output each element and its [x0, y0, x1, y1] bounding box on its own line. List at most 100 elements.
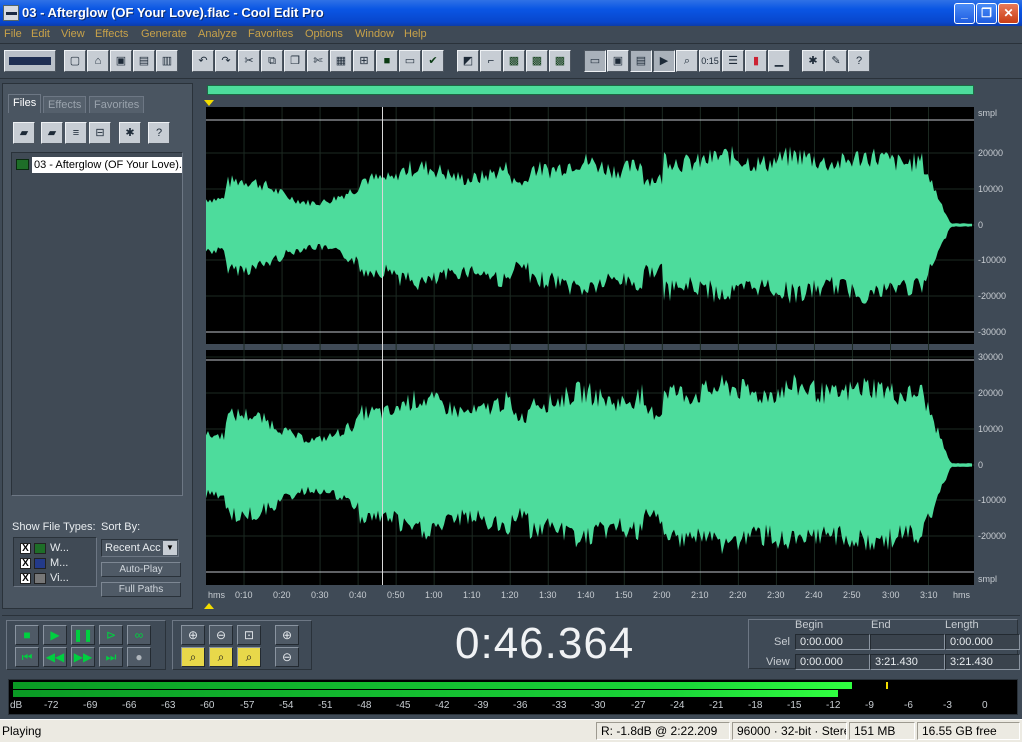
menu-window[interactable]: Window	[355, 28, 394, 40]
close-button[interactable]: ✕	[998, 3, 1019, 24]
grid-two-icon[interactable]: ▩	[526, 50, 548, 72]
menu-generate[interactable]: Generate	[141, 28, 187, 40]
view-end-field[interactable]: 3:21.430	[870, 654, 945, 670]
waveform-display[interactable]	[206, 107, 974, 585]
fast-forward-button[interactable]: ▶▶	[71, 647, 95, 667]
overview-bar[interactable]	[207, 85, 974, 95]
go-to-start-button[interactable]: ⏮	[15, 647, 39, 667]
open-file-icon[interactable]: ⌂	[87, 50, 109, 72]
frequency-icon[interactable]: ⌐	[480, 50, 502, 72]
zoom-in-icon[interactable]: ⊕	[181, 625, 205, 645]
playback-cursor[interactable]	[382, 107, 383, 585]
y-tick: 30000	[978, 352, 1004, 362]
loop-button[interactable]: ∞	[127, 625, 151, 645]
options-icon[interactable]: ✱	[119, 122, 141, 144]
undo-icon[interactable]: ↶	[192, 50, 214, 72]
record-mode-icon[interactable]: ■	[376, 50, 398, 72]
zoom-out-icon[interactable]: ⊖	[209, 625, 233, 645]
envelope-icon[interactable]: ✔	[422, 50, 444, 72]
zoom-icon[interactable]: ⌕	[676, 50, 698, 72]
effects-icon[interactable]: ✱	[802, 50, 824, 72]
close-file-icon[interactable]: ▰	[41, 122, 63, 144]
mix-paste-icon[interactable]: ⊞	[353, 50, 375, 72]
grid-three-icon[interactable]: ▩	[549, 50, 571, 72]
full-paths-button[interactable]: Full Paths	[101, 582, 181, 597]
list-item[interactable]: 03 - Afterglow (OF Your Love).flac	[16, 157, 182, 173]
record-button[interactable]: ●	[127, 647, 151, 667]
cut-tool-icon[interactable]: ✂	[238, 50, 260, 72]
auto-play-button[interactable]: Auto-Play	[101, 562, 181, 577]
sel-end-field[interactable]	[870, 634, 945, 650]
waveform-display-icon[interactable]: ▭	[584, 50, 606, 72]
filetype-midi-checkbox[interactable]: X	[20, 558, 31, 569]
meter-tick-label: -45	[396, 700, 411, 711]
spectral-display-icon[interactable]: ▣	[607, 50, 629, 72]
edit-file-icon[interactable]: ⊟	[89, 122, 111, 144]
go-to-end-button[interactable]: ⏭	[99, 647, 123, 667]
panel-help-icon[interactable]: ?	[148, 122, 170, 144]
chevron-down-icon[interactable]: ▼	[163, 541, 177, 555]
cue-list-icon[interactable]: ☰	[722, 50, 744, 72]
save-icon[interactable]: ▣	[110, 50, 132, 72]
menu-file[interactable]: File	[4, 28, 22, 40]
tab-files[interactable]: Files	[8, 94, 42, 113]
menu-effects[interactable]: Effects	[95, 28, 128, 40]
y-tick: -30000	[978, 327, 1007, 337]
menu-analyze[interactable]: Analyze	[198, 28, 237, 40]
copy-icon[interactable]: ❐	[284, 50, 306, 72]
filetype-wave-checkbox[interactable]: X	[20, 543, 31, 554]
zoom-left-icon[interactable]: ⌕	[209, 647, 233, 667]
play-looped-icon[interactable]: ▶	[653, 50, 675, 72]
cut-icon[interactable]: ✄	[307, 50, 329, 72]
time-window-icon[interactable]: ▤	[630, 50, 652, 72]
menu-favorites[interactable]: Favorites	[248, 28, 293, 40]
x-tick-label: 1:30	[539, 590, 557, 600]
waveform-view-toggle-icon[interactable]	[4, 50, 56, 72]
menu-help[interactable]: Help	[404, 28, 427, 40]
menu-edit[interactable]: Edit	[31, 28, 50, 40]
paste-icon[interactable]: ▦	[330, 50, 352, 72]
start-marker-icon[interactable]	[204, 100, 214, 106]
pause-button[interactable]: ❚❚	[71, 625, 95, 645]
zoom-in-vertical-icon[interactable]: ⊕	[275, 625, 299, 645]
copy-new-icon[interactable]: ⧉	[261, 50, 283, 72]
time-format-icon[interactable]: 0:15	[699, 50, 721, 72]
spectral-view-icon[interactable]: ◩	[457, 50, 479, 72]
sort-by-select[interactable]: Recent Acc ▼	[101, 539, 179, 557]
zoom-full-icon[interactable]: ⊡	[237, 625, 261, 645]
zoom-selection-icon[interactable]: ⌕	[181, 647, 205, 667]
insert-multitrack-icon[interactable]: ≡	[65, 122, 87, 144]
trim-icon[interactable]: ▭	[399, 50, 421, 72]
minimize-button[interactable]: _	[954, 3, 975, 24]
help-icon[interactable]: ?	[848, 50, 870, 72]
zoom-right-icon[interactable]: ⌕	[237, 647, 261, 667]
save-all-icon[interactable]: ▥	[156, 50, 178, 72]
end-marker-icon[interactable]	[204, 603, 214, 609]
new-file-icon[interactable]: ▢	[64, 50, 86, 72]
tab-favorites[interactable]: Favorites	[89, 96, 145, 113]
sel-length-field[interactable]: 0:00.000	[945, 634, 1020, 650]
maximize-button[interactable]: ❐	[976, 3, 997, 24]
x-tick-label: 3:00	[882, 590, 900, 600]
menu-options[interactable]: Options	[305, 28, 343, 40]
save-as-icon[interactable]: ▤	[133, 50, 155, 72]
zoom-out-vertical-icon[interactable]: ⊖	[275, 647, 299, 667]
script-icon[interactable]: ✎	[825, 50, 847, 72]
rewind-button[interactable]: ◀◀	[43, 647, 67, 667]
view-begin-field[interactable]: 0:00.000	[795, 654, 870, 670]
filetype-video-checkbox[interactable]: X	[20, 573, 31, 584]
view-length-field[interactable]: 3:21.430	[945, 654, 1020, 670]
stop-button[interactable]: ■	[15, 625, 39, 645]
marker-list-icon[interactable]: ▮	[745, 50, 767, 72]
bottom-bar-icon[interactable]: ▁	[768, 50, 790, 72]
sel-begin-field[interactable]: 0:00.000	[795, 634, 870, 650]
meter-tick-label: -36	[513, 700, 528, 711]
tab-effects[interactable]: Effects	[43, 96, 87, 113]
menu-view[interactable]: View	[61, 28, 85, 40]
multi-grid-icon[interactable]: ▩	[503, 50, 525, 72]
play-button[interactable]: ▶	[43, 625, 67, 645]
open-folder-icon[interactable]: ▰	[13, 122, 35, 144]
redo-icon[interactable]: ↷	[215, 50, 237, 72]
play-to-end-button[interactable]: ⊳	[99, 625, 123, 645]
app-icon[interactable]	[3, 5, 19, 21]
